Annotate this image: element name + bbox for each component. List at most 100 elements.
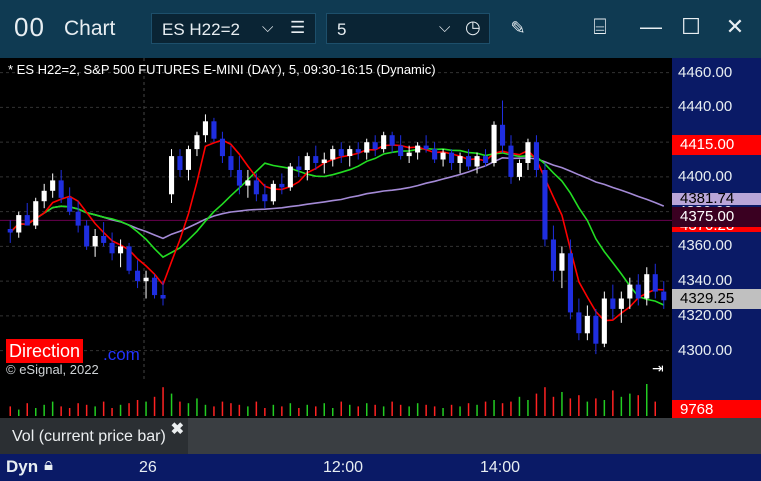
- candle-body: [202, 121, 208, 136]
- volume-bar: [382, 406, 385, 416]
- candle-body: [525, 142, 531, 163]
- volume-bar: [26, 403, 28, 416]
- close-icon[interactable]: ✕: [720, 14, 750, 40]
- candle-body: [533, 142, 539, 170]
- candle-body: [440, 152, 446, 160]
- volume-bar: [94, 406, 96, 416]
- candle-body: [321, 159, 327, 163]
- price-chart[interactable]: [0, 58, 761, 380]
- candle-body: [432, 149, 438, 160]
- volume-bar: [586, 401, 589, 416]
- title-bar: 00 Chart ES H22=2 ⌵ ☰ 5 ⌵ ◷ ✎ ⌸ — ☐ ✕: [0, 0, 761, 58]
- volume-bar: [408, 406, 410, 416]
- close-study-icon[interactable]: ✖: [171, 419, 184, 439]
- candle-body: [576, 312, 582, 334]
- time-label: 14:00: [480, 459, 521, 476]
- volume-bar: [51, 401, 54, 416]
- com-text: .com: [103, 345, 140, 364]
- volume-bar: [18, 409, 20, 416]
- volume-bar: [561, 392, 563, 416]
- candle-body: [372, 142, 378, 150]
- volume-bar: [569, 398, 572, 416]
- minimize-icon[interactable]: —: [636, 14, 666, 40]
- candle-body: [7, 229, 13, 233]
- clock-icon[interactable]: ◷: [465, 17, 481, 38]
- volume-bar: [399, 404, 402, 416]
- time-axis[interactable]: Dyn 🔒︎ 26 12:00 14:00: [0, 454, 761, 481]
- volume-bar: [213, 406, 215, 416]
- lock-icon[interactable]: 🔒︎: [44, 455, 53, 475]
- volume-legend[interactable]: Vol (current price bar) ✖: [0, 418, 188, 454]
- symbol-combo[interactable]: ES H22=2 ⌵ ☰: [151, 13, 316, 44]
- volume-tag: 9768: [672, 400, 761, 420]
- candle-body: [610, 298, 616, 309]
- candle-body: [304, 156, 310, 170]
- volume-bar: [60, 406, 62, 416]
- volume-bar: [204, 404, 207, 416]
- volume-bar: [196, 398, 198, 416]
- candle-body: [236, 170, 242, 186]
- candle-body: [160, 295, 166, 299]
- price-tag: 4375.00: [672, 207, 761, 227]
- symbol-value: ES H22=2: [162, 20, 240, 39]
- time-label: 12:00: [323, 459, 364, 476]
- candle-body: [661, 291, 667, 301]
- goto-end-icon[interactable]: ⇥: [652, 360, 664, 377]
- volume-bar: [35, 408, 37, 416]
- volume-bar: [221, 401, 224, 416]
- volume-bar: [264, 408, 266, 416]
- candle-body: [296, 166, 302, 170]
- candle-body: [211, 121, 217, 139]
- price-chart-canvas[interactable]: [0, 58, 761, 380]
- volume-canvas: [9, 380, 761, 418]
- volume-bar: [433, 406, 436, 416]
- plot-background: [0, 58, 672, 380]
- candle-body: [219, 138, 225, 157]
- interval-combo[interactable]: 5 ⌵ ◷: [326, 13, 490, 44]
- chevron-down-icon[interactable]: ⌵: [262, 19, 273, 36]
- volume-bar: [128, 403, 130, 416]
- volume-bar: [43, 404, 45, 416]
- maximize-icon[interactable]: ☐: [676, 14, 706, 40]
- interval-value: 5: [337, 20, 347, 39]
- candle-body: [593, 315, 599, 344]
- volume-bar: [77, 403, 79, 416]
- list-icon[interactable]: ☰: [290, 18, 305, 38]
- volume-bar: [578, 395, 580, 416]
- volume-bar: [349, 404, 351, 416]
- price-tag: 4329.25: [672, 289, 761, 309]
- candle-body: [24, 215, 30, 226]
- volume-bar: [238, 404, 241, 416]
- candle-body: [457, 156, 463, 163]
- volume-bar: [187, 403, 190, 416]
- volume-bar: [145, 401, 147, 416]
- volume-bar: [230, 403, 232, 416]
- candle-body: [169, 156, 175, 195]
- candle-body: [135, 270, 141, 282]
- dynamic-mode[interactable]: Dyn: [6, 457, 38, 477]
- volume-bar: [425, 404, 427, 416]
- volume-bar: [289, 403, 292, 416]
- volume-bar: [119, 404, 122, 416]
- candle-body: [584, 315, 590, 334]
- study-bar: [188, 418, 761, 454]
- candle-body: [118, 246, 124, 254]
- candle-body: [355, 149, 361, 153]
- chevron-down-icon[interactable]: ⌵: [439, 19, 450, 36]
- volume-bar: [629, 393, 631, 416]
- candle-body: [270, 183, 276, 202]
- pencil-icon[interactable]: ✎: [503, 18, 533, 39]
- candle-body: [652, 274, 658, 292]
- volume-bar: [9, 406, 11, 416]
- volume-bar: [510, 401, 512, 416]
- volume-bar: [366, 403, 368, 416]
- candle-body: [423, 145, 429, 150]
- direction-label: Direction: [6, 339, 84, 363]
- price-tag: 4381.74: [672, 193, 761, 205]
- volume-bar: [416, 403, 419, 416]
- volume-bar: [535, 393, 538, 416]
- volume-bar: [501, 403, 504, 416]
- candle-body: [347, 149, 353, 156]
- template-icon[interactable]: ⌸: [585, 14, 615, 40]
- volume-pane[interactable]: [0, 380, 761, 418]
